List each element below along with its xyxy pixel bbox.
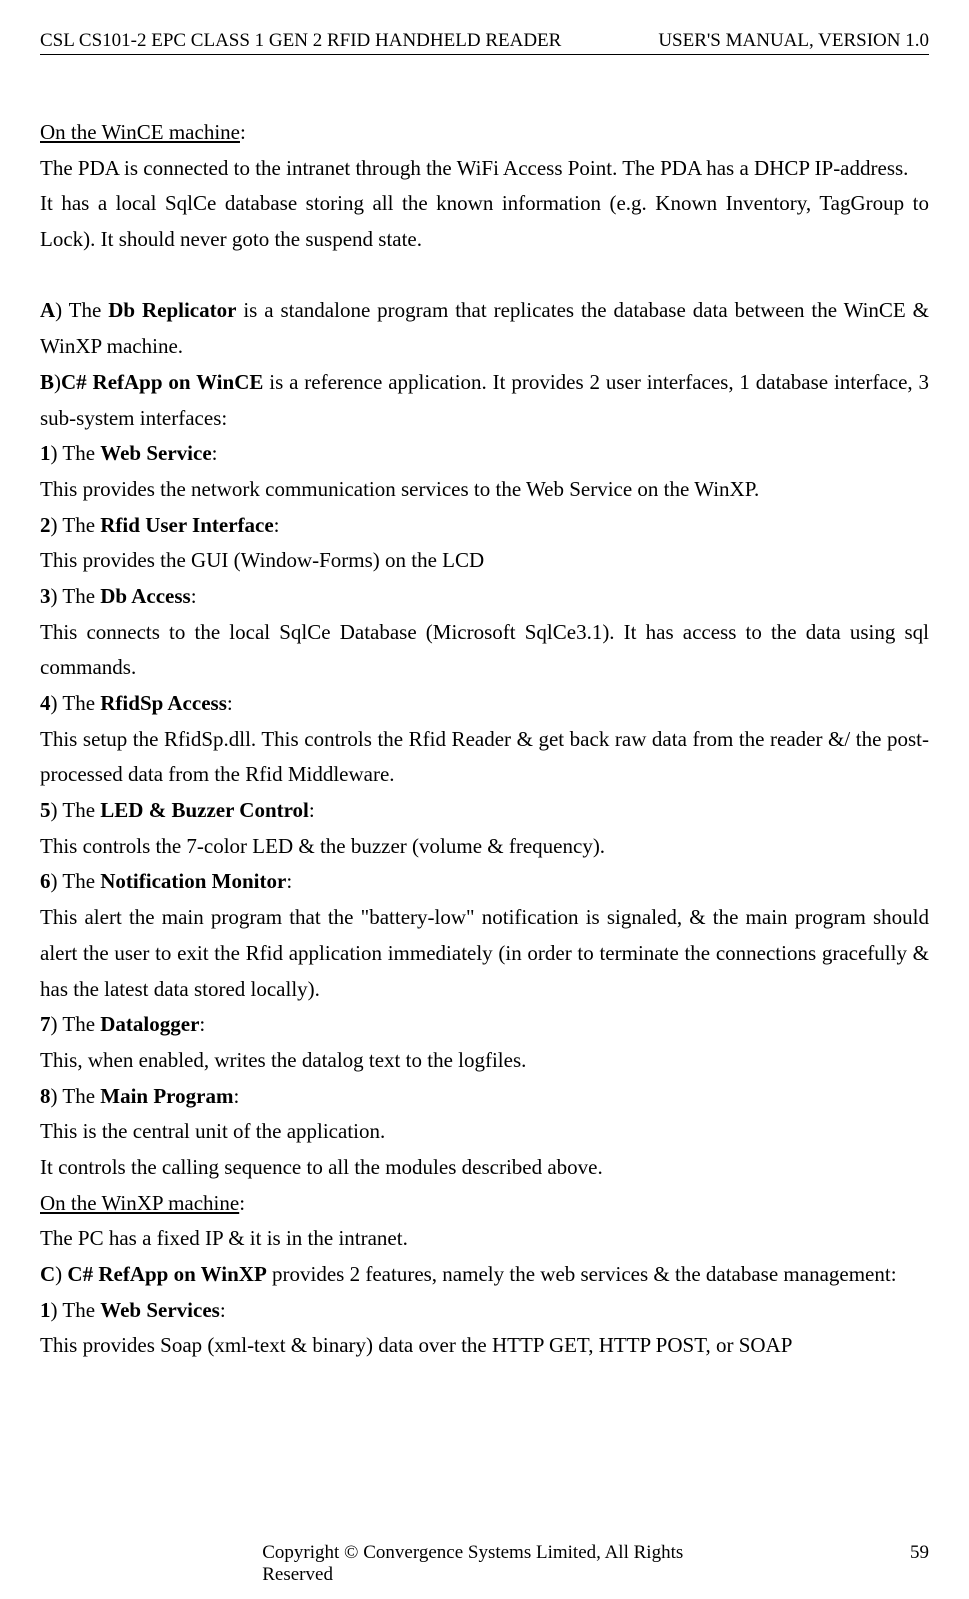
term-refapp-wince: C# RefApp on WinCE bbox=[61, 370, 263, 394]
text: provides 2 features, namely the web serv… bbox=[267, 1262, 897, 1286]
label-5: 5 bbox=[40, 798, 51, 822]
paragraph: This alert the main program that the "ba… bbox=[40, 900, 929, 1007]
paragraph: The PDA is connected to the intranet thr… bbox=[40, 151, 929, 187]
paragraph: This is the central unit of the applicat… bbox=[40, 1114, 929, 1150]
term-refapp-winxp: C# RefApp on WinXP bbox=[67, 1262, 266, 1286]
label-7: 7 bbox=[40, 1012, 51, 1036]
paragraph: This provides the network communication … bbox=[40, 472, 929, 508]
paragraph: This controls the 7-color LED & the buzz… bbox=[40, 829, 929, 865]
term-datalogger: Datalogger bbox=[100, 1012, 199, 1036]
page-footer: Copyright © Convergence Systems Limited,… bbox=[40, 1542, 929, 1564]
section-title-wince: On the WinCE machine bbox=[40, 120, 240, 144]
label-2: 2 bbox=[40, 513, 51, 537]
header-left: CSL CS101-2 EPC CLASS 1 GEN 2 RFID HANDH… bbox=[40, 30, 561, 52]
page-header: CSL CS101-2 EPC CLASS 1 GEN 2 RFID HANDH… bbox=[40, 30, 929, 55]
label-4: 4 bbox=[40, 691, 51, 715]
label-8: 8 bbox=[40, 1084, 51, 1108]
paragraph: This provides the GUI (Window-Forms) on … bbox=[40, 543, 929, 579]
document-body: On the WinCE machine: The PDA is connect… bbox=[40, 115, 929, 1364]
label-x1: 1 bbox=[40, 1298, 51, 1322]
label-c: C bbox=[40, 1262, 55, 1286]
copyright-text: Copyright © Convergence Systems Limited,… bbox=[262, 1542, 707, 1586]
page-number: 59 bbox=[910, 1542, 929, 1564]
term-main-program: Main Program bbox=[100, 1084, 233, 1108]
paragraph: This, when enabled, writes the datalog t… bbox=[40, 1043, 929, 1079]
term-web-services: Web Services bbox=[100, 1298, 220, 1322]
paragraph: The PC has a fixed IP & it is in the int… bbox=[40, 1221, 929, 1257]
label-a: A bbox=[40, 298, 55, 322]
term-rfidsp-access: RfidSp Access bbox=[100, 691, 227, 715]
label-3: 3 bbox=[40, 584, 51, 608]
term-notification-monitor: Notification Monitor bbox=[100, 869, 286, 893]
term-rfid-ui: Rfid User Interface bbox=[100, 513, 273, 537]
label-b: B bbox=[40, 370, 54, 394]
paragraph: This connects to the local SqlCe Databas… bbox=[40, 615, 929, 686]
paragraph: This provides Soap (xml-text & binary) d… bbox=[40, 1328, 929, 1364]
term-web-service: Web Service bbox=[100, 441, 211, 465]
paragraph: This setup the RfidSp.dll. This controls… bbox=[40, 722, 929, 793]
term-led-buzzer: LED & Buzzer Control bbox=[100, 798, 309, 822]
paragraph: It controls the calling sequence to all … bbox=[40, 1150, 929, 1186]
header-right: USER'S MANUAL, VERSION 1.0 bbox=[658, 30, 929, 52]
label-1: 1 bbox=[40, 441, 51, 465]
term-db-access: Db Access bbox=[100, 584, 190, 608]
section-title-winxp: On the WinXP machine bbox=[40, 1191, 239, 1215]
label-6: 6 bbox=[40, 869, 51, 893]
paragraph: It has a local SqlCe database storing al… bbox=[40, 186, 929, 257]
term-db-replicator: Db Replicator bbox=[108, 298, 236, 322]
